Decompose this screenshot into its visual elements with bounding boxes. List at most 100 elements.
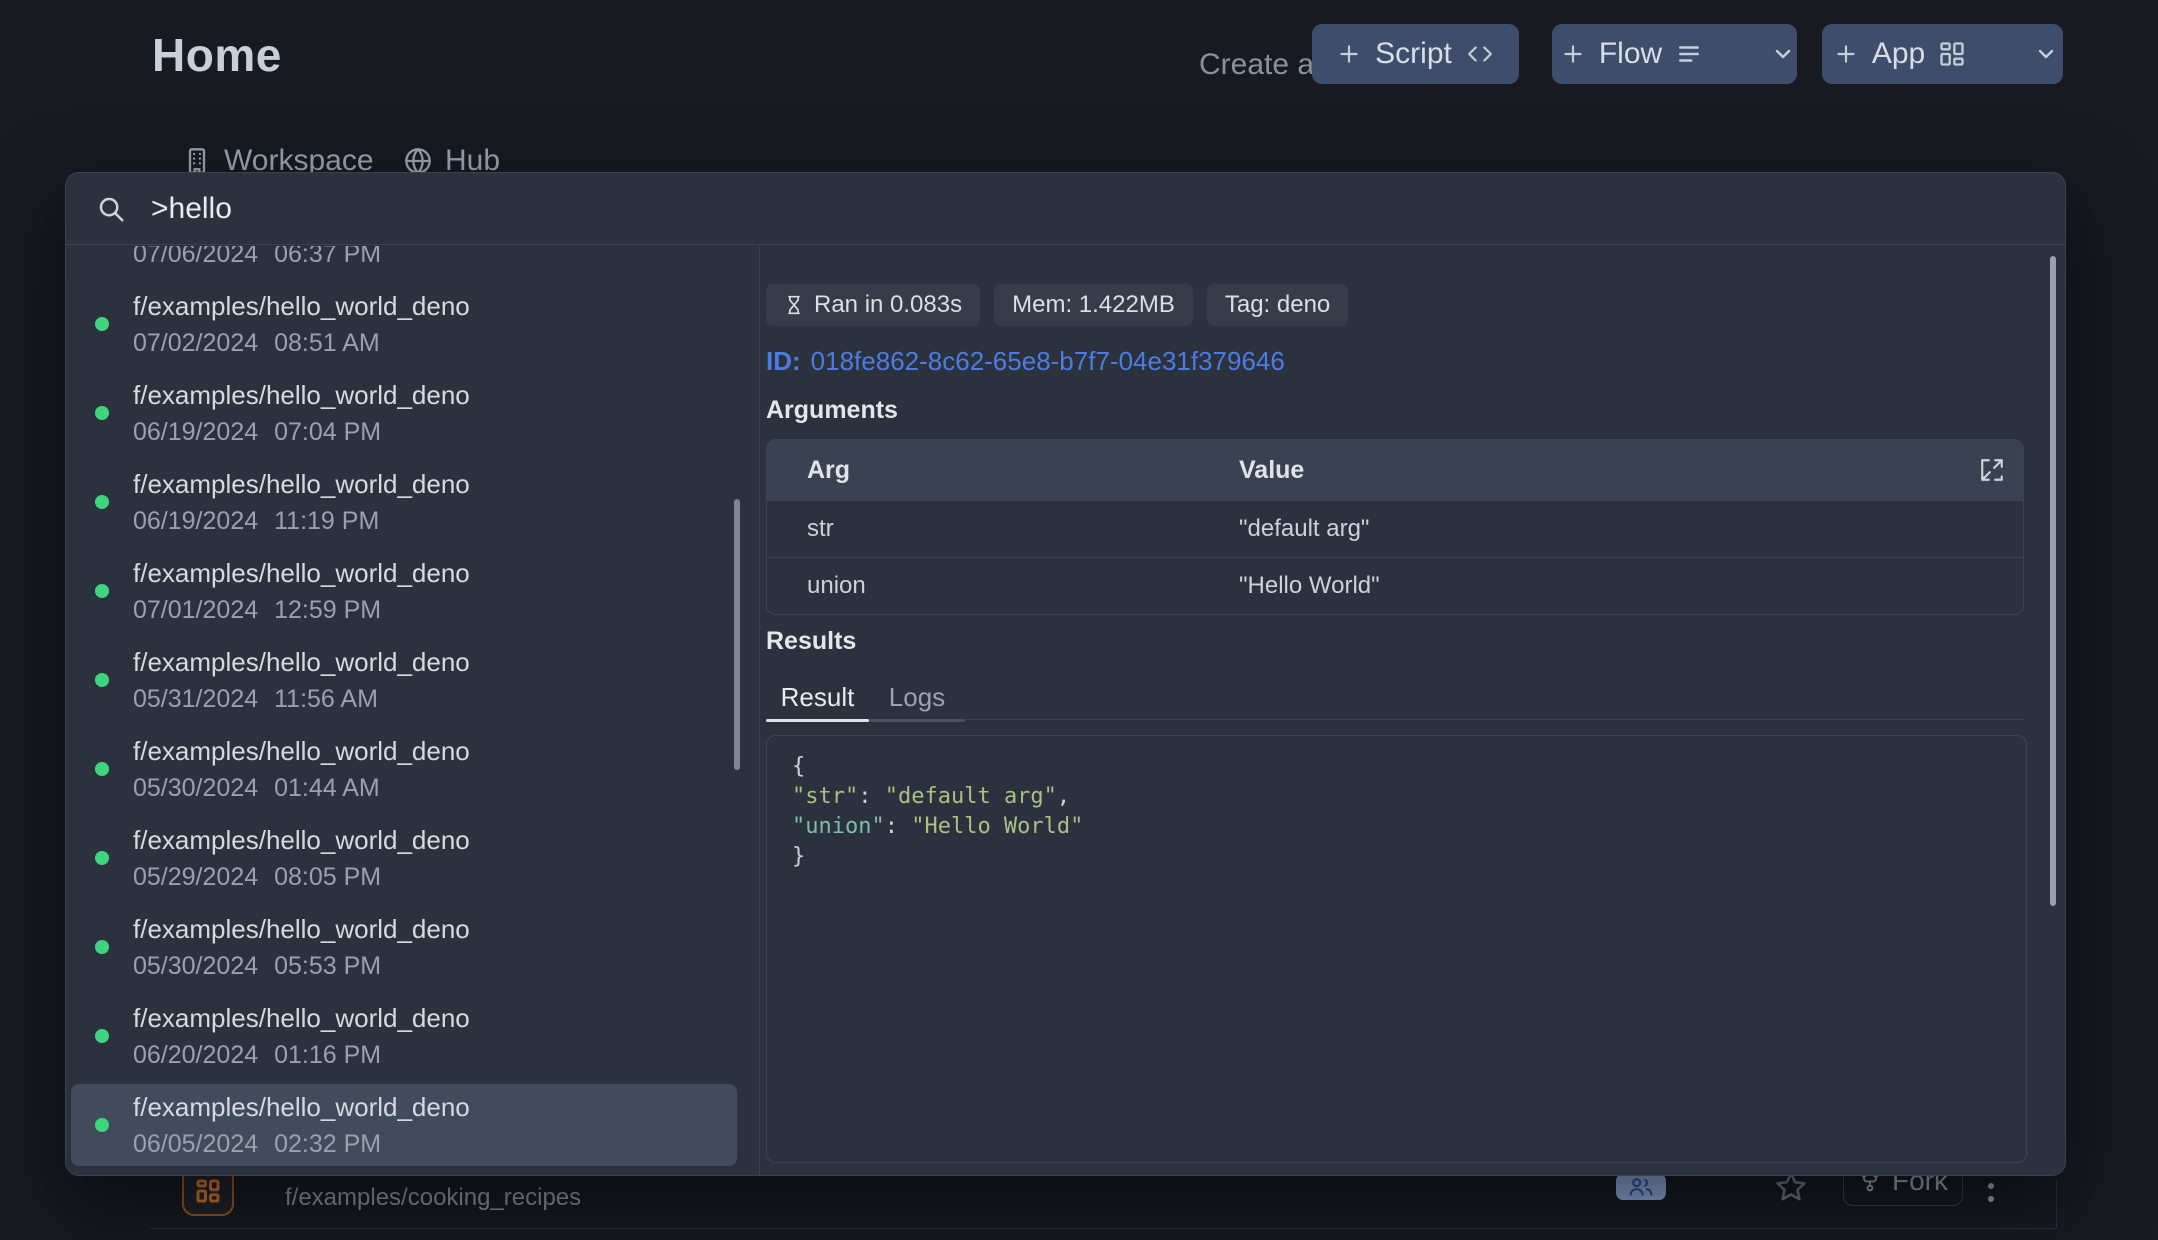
run-path: f/examples/hello_world_deno	[133, 291, 470, 322]
tab-result[interactable]: Result	[766, 674, 869, 720]
run-path: f/examples/hello_world_deno	[133, 558, 470, 589]
create-flow-label: Flow	[1599, 37, 1662, 71]
create-app-dropdown[interactable]	[2016, 24, 2076, 84]
status-dot	[95, 762, 109, 776]
app-path-text: f/examples/cooking_recipes	[285, 1184, 581, 1212]
users-icon	[1628, 1177, 1654, 1197]
command-palette-modal: >hello f/examples/hello_world_deno 07/06…	[65, 172, 2066, 1176]
run-path: f/examples/hello_world_deno	[133, 914, 470, 945]
run-timestamp: 05/30/202401:44 AM	[133, 774, 380, 803]
tab-result-label: Result	[781, 682, 855, 713]
status-dot	[95, 1029, 109, 1043]
memory-badge-label: Mem: 1.422MB	[1012, 291, 1175, 319]
create-script-label: Script	[1375, 37, 1452, 71]
tag-badge: Tag: deno	[1207, 284, 1348, 326]
arguments-table-row: str"default arg"	[767, 500, 2023, 557]
tab-logs[interactable]: Logs	[869, 674, 965, 720]
search-bar[interactable]: >hello	[66, 173, 2065, 245]
plus-icon	[1833, 41, 1859, 67]
run-timestamp: 05/30/202405:53 PM	[133, 952, 381, 981]
run-list-item[interactable]: f/examples/hello_world_deno 06/19/202411…	[71, 461, 737, 543]
page-divider	[150, 1228, 2056, 1229]
memory-badge: Mem: 1.422MB	[994, 284, 1193, 326]
arguments-table-header: Arg Value	[767, 440, 2023, 500]
run-path: f/examples/hello_world_deno	[133, 469, 470, 500]
run-id-label: ID:	[766, 346, 801, 376]
run-id-link[interactable]: ID: 018fe862-8c62-65e8-b7f7-04e31f379646	[766, 346, 1285, 377]
create-app-button[interactable]: App	[1809, 24, 1990, 84]
page-title: Home	[152, 28, 282, 82]
building-icon	[183, 147, 211, 175]
run-timestamp: 05/31/202411:56 AM	[133, 685, 378, 714]
run-id-value: 018fe862-8c62-65e8-b7f7-04e31f379646	[811, 346, 1285, 376]
run-list-item[interactable]: f/examples/hello_world_deno 07/06/202406…	[71, 246, 737, 276]
create-flow-button[interactable]: Flow	[1536, 24, 1727, 84]
shared-users-badge[interactable]	[1616, 1174, 1666, 1200]
expand-icon[interactable]	[1979, 457, 2005, 483]
modal-body: f/examples/hello_world_deno 07/06/202406…	[66, 246, 2065, 1175]
tab-result-underline	[766, 719, 869, 722]
tag-badge-label: Tag: deno	[1225, 291, 1330, 319]
grid-icon	[1938, 40, 1966, 68]
run-timestamp: 06/20/202401:16 PM	[133, 1041, 381, 1070]
chevron-down-icon	[2034, 42, 2058, 66]
status-dot	[95, 584, 109, 598]
status-dot	[95, 1118, 109, 1132]
status-dot	[95, 406, 109, 420]
run-badges: Ran in 0.083s Mem: 1.422MB Tag: deno	[766, 284, 1348, 326]
run-list-item[interactable]: f/examples/hello_world_deno 06/05/202402…	[71, 1084, 737, 1166]
runs-scrollbar[interactable]	[734, 499, 740, 770]
run-detail-panel: Ran in 0.083s Mem: 1.422MB Tag: deno ID:…	[761, 246, 2065, 1175]
run-path: f/examples/hello_world_deno	[133, 647, 470, 678]
search-input[interactable]: >hello	[151, 192, 232, 226]
chevron-down-icon	[1771, 42, 1795, 66]
code-icon	[1465, 41, 1495, 67]
status-dot	[95, 673, 109, 687]
flow-lines-icon	[1675, 41, 1703, 67]
runs-list: f/examples/hello_world_deno 07/06/202406…	[66, 246, 760, 1175]
create-app-split-button: App	[1822, 24, 2063, 84]
run-list-item[interactable]: f/examples/hello_world_deno 05/29/202408…	[71, 817, 737, 899]
run-timestamp: 06/19/202407:04 PM	[133, 418, 381, 447]
plus-icon	[1560, 41, 1586, 67]
run-list-item[interactable]: f/examples/hello_world_deno 05/30/202405…	[71, 906, 737, 988]
run-path: f/examples/hello_world_deno	[133, 1092, 470, 1123]
run-path: f/examples/hello_world_deno	[133, 736, 470, 767]
run-list-item[interactable]: f/examples/hello_world_deno 07/02/202408…	[71, 283, 737, 365]
run-list-item[interactable]: f/examples/hello_world_deno 07/01/202412…	[71, 550, 737, 632]
column-header-value: Value	[1239, 456, 2023, 485]
globe-icon	[404, 147, 432, 175]
run-list-item[interactable]: f/examples/hello_world_deno 06/20/202401…	[71, 995, 737, 1077]
arguments-title: Arguments	[766, 396, 898, 425]
run-list-item[interactable]: f/examples/hello_world_deno 05/30/202401…	[71, 728, 737, 810]
tab-logs-label: Logs	[889, 682, 945, 713]
create-script-button[interactable]: Script	[1312, 24, 1519, 84]
run-timestamp: 06/19/202411:19 PM	[133, 507, 379, 536]
runtime-badge-label: Ran in 0.083s	[814, 291, 962, 319]
plus-icon	[1336, 41, 1362, 67]
run-list-item[interactable]: f/examples/hello_world_deno 05/31/202411…	[71, 639, 737, 721]
result-json-viewer: { "str": "default arg", "union": "Hello …	[766, 735, 2027, 1163]
create-flow-dropdown[interactable]	[1753, 24, 1813, 84]
run-path: f/examples/hello_world_deno	[133, 825, 470, 856]
run-timestamp: 05/29/202408:05 PM	[133, 863, 381, 892]
run-list-item[interactable]: f/examples/hello_world_deno 06/19/202407…	[71, 372, 737, 454]
status-dot	[95, 851, 109, 865]
create-app-label: App	[1872, 37, 1925, 71]
create-flow-split-button: Flow	[1552, 24, 1797, 84]
run-timestamp: 07/02/202408:51 AM	[133, 329, 380, 358]
run-timestamp: 07/06/202406:37 PM	[133, 246, 381, 269]
run-timestamp: 06/05/202402:32 PM	[133, 1130, 381, 1159]
detail-scrollbar[interactable]	[2050, 256, 2056, 906]
run-timestamp: 07/01/202412:59 PM	[133, 596, 381, 625]
page-divider-vertical	[2056, 1180, 2057, 1228]
run-path: f/examples/hello_world_deno	[133, 1003, 470, 1034]
create-a-label: Create a	[1199, 48, 1314, 82]
search-icon	[96, 194, 126, 224]
runtime-badge: Ran in 0.083s	[766, 284, 980, 326]
hourglass-icon	[784, 294, 804, 316]
run-path: f/examples/hello_world_deno	[133, 380, 470, 411]
results-tabs: Result Logs	[766, 674, 2024, 720]
status-dot	[95, 317, 109, 331]
status-dot	[95, 495, 109, 509]
